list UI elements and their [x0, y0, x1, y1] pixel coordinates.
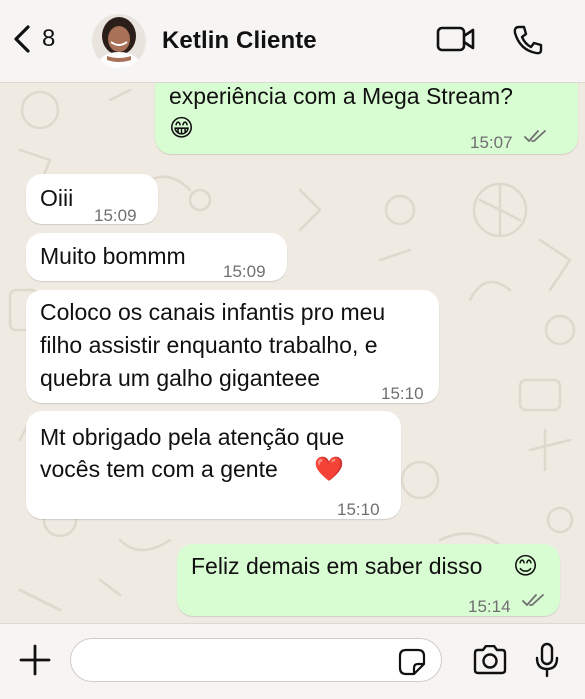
message-text-line: vocês tem com a gente: [40, 456, 278, 482]
unread-count: 8: [42, 25, 56, 52]
message-text: Oiii: [40, 185, 74, 211]
chat-header: 8 Ketlin Cliente: [0, 0, 585, 83]
phone-call-icon[interactable]: [512, 24, 544, 56]
message-input[interactable]: [70, 638, 442, 682]
microphone-icon[interactable]: [534, 642, 560, 678]
message-time: 15:10: [337, 500, 380, 519]
message-text-line: quebra um galho giganteee: [40, 365, 321, 391]
message-text: experiência com a Mega Stream?: [169, 83, 513, 109]
message-text-line: filho assistir enquanto trabalho, e: [40, 332, 378, 358]
read-receipt-icon: [522, 594, 544, 606]
camera-icon[interactable]: [472, 645, 508, 675]
back-button[interactable]: 8: [12, 24, 55, 54]
message-text: Muito bommm: [40, 243, 186, 269]
message-text-line: Mt obrigado pela atenção que: [40, 424, 345, 450]
message-time: 15:09: [94, 206, 137, 225]
message-composer: [0, 623, 585, 699]
message-time: 15:07: [470, 133, 513, 152]
chevron-left-icon: [14, 25, 30, 53]
message-text: Feliz demais em saber disso: [191, 553, 483, 579]
message-bubble-incoming[interactable]: Muito bommm 15:09: [26, 233, 287, 281]
avatar[interactable]: [92, 14, 146, 68]
message-bubble-incoming[interactable]: Oiii 15:09: [26, 174, 158, 225]
message-emoji: 😁: [169, 115, 195, 142]
heart-emoji: ❤️: [314, 456, 344, 483]
message-time: 15:10: [381, 384, 424, 403]
message-time: 15:09: [223, 262, 266, 281]
video-call-icon[interactable]: [436, 25, 476, 53]
plus-icon[interactable]: [18, 643, 52, 677]
smile-emoji: 😊: [513, 553, 539, 580]
message-time: 15:14: [468, 597, 511, 616]
message-bubble-incoming[interactable]: Coloco os canais infantis pro meu filho …: [26, 290, 439, 403]
read-receipt-icon: [524, 130, 546, 142]
message-bubble-outgoing[interactable]: Feliz demais em saber disso 😊 15:14: [177, 544, 560, 616]
message-bubble-incoming[interactable]: Mt obrigado pela atenção que vocês tem c…: [26, 411, 401, 519]
message-text-line: Coloco os canais infantis pro meu: [40, 299, 386, 325]
contact-name[interactable]: Ketlin Cliente: [162, 27, 317, 55]
sticker-icon[interactable]: [398, 648, 426, 676]
